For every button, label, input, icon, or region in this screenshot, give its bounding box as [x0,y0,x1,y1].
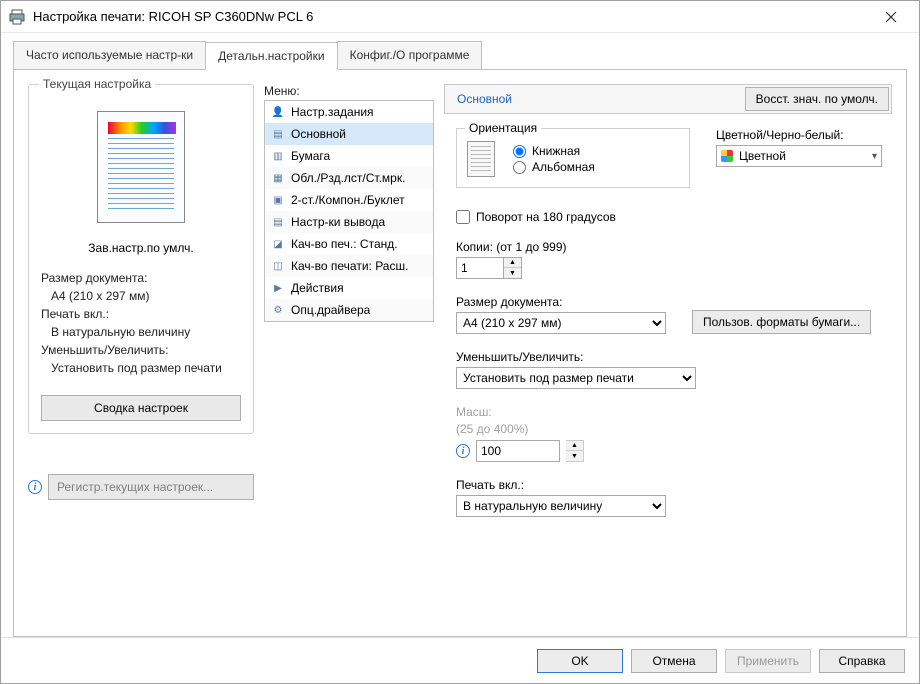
gear-icon: ⚙ [271,303,285,317]
output-icon: ▤ [271,215,285,229]
menu-list: 👤Настр.задания ▤Основной ▥Бумага ▦Обл./Р… [264,100,434,322]
register-settings-button[interactable]: Регистр.текущих настроек... [48,474,254,500]
restore-defaults-button[interactable]: Восст. знач. по умолч. [745,87,889,111]
menu-item-quality-adv[interactable]: ◫Кач-во печати: Расш. [265,255,433,277]
tabs: Часто используемые настр-ки Детальн.наст… [1,33,919,69]
panel-title: Основной [445,86,743,112]
summary-button[interactable]: Сводка настроек [41,395,241,421]
preview-docsize-value: A4 (210 x 297 мм) [41,287,241,305]
preview-scale-value: Установить под размер печати [41,359,241,377]
info-icon: i [28,480,42,494]
zoom-input[interactable] [476,440,560,462]
chevron-down-icon: ▾ [872,151,877,162]
custom-paper-button[interactable]: Пользов. форматы бумаги... [692,310,871,334]
menu-item-driver-opts[interactable]: ⚙Опц.драйвера [265,299,433,321]
titlebar: Настройка печати: RICOH SP C360DNw PCL 6 [1,1,919,33]
info-icon: i [456,444,470,458]
preview-printon-label: Печать вкл.: [41,305,241,323]
docsize-row: Размер документа: A4 (210 x 297 мм) Поль… [456,295,882,334]
printon-select[interactable]: В натуральную величину [456,495,666,517]
zoom-label: Масш: [456,405,666,419]
window-title: Настройка печати: RICOH SP C360DNw PCL 6 [33,9,871,24]
form-area: Ориентация Книжная Альбомная Цветной/Чер… [444,114,892,517]
tab-config[interactable]: Конфиг./О программе [337,41,483,69]
panel-header: Основной Восст. знач. по умолч. [444,84,892,114]
radio-landscape[interactable]: Альбомная [513,160,595,174]
color-value: Цветной [739,149,786,163]
close-icon [885,11,897,23]
copies-up-button[interactable]: ▲ [504,258,521,268]
scale-block: Уменьшить/Увеличить: Установить под разм… [456,350,666,389]
cancel-button[interactable]: Отмена [631,649,717,673]
docsize-select[interactable]: A4 (210 x 297 мм) [456,312,666,334]
menu-item-duplex[interactable]: ▣2-ст./Компон./Буклет [265,189,433,211]
preview-scale-label: Уменьшить/Увеличить: [41,341,241,359]
register-row: i Регистр.текущих настроек... [28,474,254,500]
preview-group-label: Текущая настройка [39,77,155,91]
menu-item-paper[interactable]: ▥Бумага [265,145,433,167]
menu-item-basic[interactable]: ▤Основной [265,123,433,145]
preview-group: Текущая настройка Зав.настр.по умлч. Раз… [28,84,254,434]
menu-item-output[interactable]: ▤Настр-ки вывода [265,211,433,233]
color-select[interactable]: Цветной ▾ [716,145,882,167]
quality-icon: ◪ [271,237,285,251]
color-group: Цветной/Черно-белый: Цветной ▾ [716,128,882,188]
duplex-icon: ▣ [271,193,285,207]
menu-item-quality-std[interactable]: ◪Кач-во печ.: Станд. [265,233,433,255]
color-label: Цветной/Черно-белый: [716,128,882,142]
tab-frequent[interactable]: Часто используемые настр-ки [13,41,206,69]
menu-item-actions[interactable]: ▶Действия [265,277,433,299]
rotate180-checkbox[interactable]: Поворот на 180 градусов [456,210,882,224]
zoom-up-button[interactable]: ▲ [566,441,583,451]
cover-icon: ▦ [271,171,285,185]
printer-icon [9,9,25,25]
orientation-group: Ориентация Книжная Альбомная [456,128,690,188]
orientation-preview-icon [467,141,495,177]
copies-input[interactable] [456,257,504,279]
preview-docsize-label: Размер документа: [41,269,241,287]
zoom-down-button[interactable]: ▼ [566,451,583,461]
preset-name: Зав.настр.по умлч. [41,241,241,255]
page-preview-icon [97,111,185,223]
scale-select[interactable]: Установить под размер печати [456,367,696,389]
docsize-label: Размер документа: [456,295,666,309]
preview-printon-value: В натуральную величину [41,323,241,341]
settings-panel: Основной Восст. знач. по умолч. Ориентац… [444,84,892,622]
menu-panel: Меню: 👤Настр.задания ▤Основной ▥Бумага ▦… [264,84,434,622]
preview-info: Размер документа: A4 (210 x 297 мм) Печа… [41,269,241,377]
menu-item-cover[interactable]: ▦Обл./Рзд.лст/Ст.мрк. [265,167,433,189]
ok-button[interactable]: OK [537,649,623,673]
left-panel: Текущая настройка Зав.настр.по умлч. Раз… [28,84,254,622]
paper-icon: ▥ [271,149,285,163]
copies-down-button[interactable]: ▼ [504,268,521,278]
copies-block: Копии: (от 1 до 999) ▲ ▼ [456,240,666,279]
printon-label: Печать вкл.: [456,478,666,492]
scale-label: Уменьшить/Увеличить: [456,350,666,364]
apply-button[interactable]: Применить [725,649,811,673]
orientation-label: Ориентация [465,121,541,135]
actions-icon: ▶ [271,281,285,295]
radio-portrait[interactable]: Книжная [513,144,595,158]
color-swatch-icon [721,150,733,162]
tab-content: Текущая настройка Зав.настр.по умлч. Раз… [13,69,907,637]
copies-label: Копии: (от 1 до 999) [456,240,666,254]
help-button[interactable]: Справка [819,649,905,673]
menu-label: Меню: [264,84,434,98]
close-button[interactable] [871,1,911,33]
dialog-footer: OK Отмена Применить Справка [1,637,919,683]
printon-block: Печать вкл.: В натуральную величину [456,478,666,517]
zoom-block: Масш: (25 до 400%) i ▲ ▼ [456,405,666,462]
quality-adv-icon: ◫ [271,259,285,273]
person-icon: 👤 [271,105,285,119]
page-icon: ▤ [271,127,285,141]
zoom-range: (25 до 400%) [456,422,666,436]
tab-detailed[interactable]: Детальн.настройки [205,42,337,70]
menu-item-job[interactable]: 👤Настр.задания [265,101,433,123]
print-settings-window: Настройка печати: RICOH SP C360DNw PCL 6… [0,0,920,684]
